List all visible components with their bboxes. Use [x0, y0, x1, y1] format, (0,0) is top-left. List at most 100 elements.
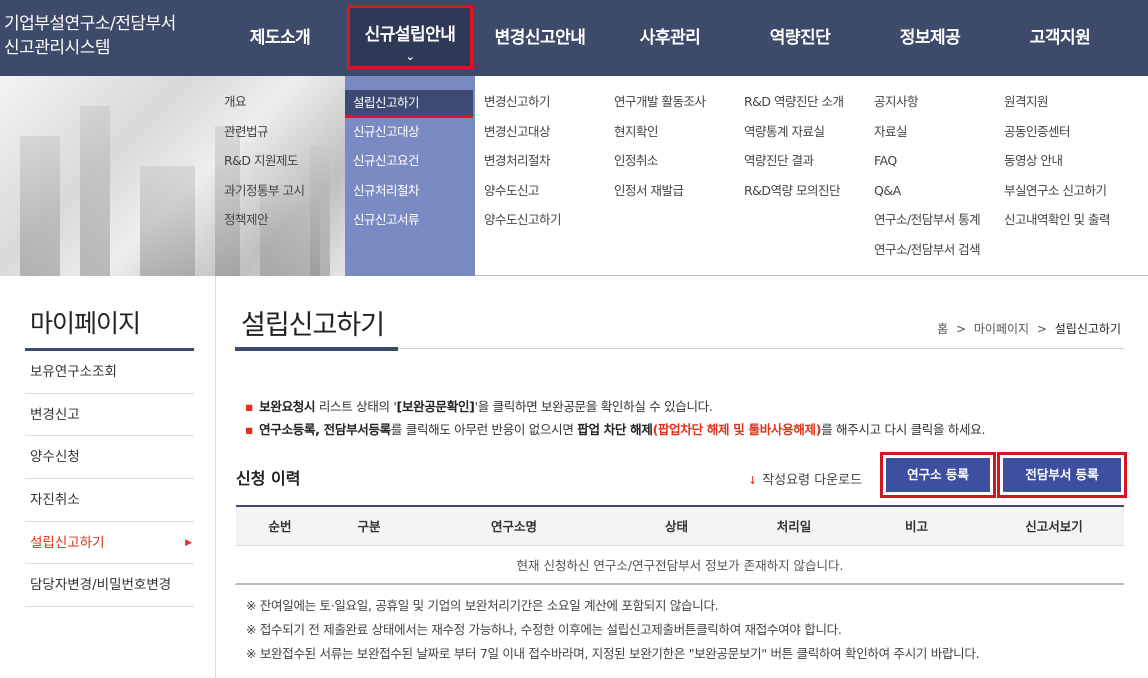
notice-bold: 연구소등록, 전담부서등록: [259, 422, 391, 437]
notice-bold: [보완공문확인]: [396, 399, 475, 414]
breadcrumb-separator: >: [955, 322, 966, 336]
register-dept-button[interactable]: 전담부서 등록: [1003, 458, 1121, 492]
sidebar-item-manager-password[interactable]: 담당자변경/비밀번호변경: [25, 564, 194, 608]
download-icon: ↓: [748, 474, 758, 487]
sidebar-item-change-report[interactable]: 변경신고: [25, 394, 194, 437]
note-item: ※ 잔여일에는 토·일요일, 공휴일 및 기업의 보완처리기간은 소요일 계산에…: [246, 598, 719, 613]
lab-register-highlight: 연구소 등록: [880, 452, 996, 498]
col-status: 상태: [614, 505, 739, 546]
note-item: ※ 보완접수된 서류는 보완접수된 날짜로 부터 7일 이내 접수바라며, 지정…: [246, 646, 980, 661]
menu-item-report-fake-lab[interactable]: 부실연구소 신고하기: [1004, 179, 1110, 209]
notice-text: 를 해주시고 다시 클릭을 하세요.: [821, 422, 986, 437]
table-row: 현재 신청하신 연구소/연구전담부서 정보가 존재하지 않습니다.: [236, 545, 1124, 584]
menu-item-rnd-survey[interactable]: 연구개발 활동조사: [614, 90, 706, 120]
nav-item-follow-up[interactable]: 사후관리: [617, 0, 723, 76]
menu-item-change-target[interactable]: 변경신고대상: [484, 120, 561, 150]
nav-item-capability[interactable]: 역량진단: [747, 0, 853, 76]
menu-item-cert-center[interactable]: 공동인증센터: [1004, 120, 1110, 150]
menu-item-setup-report[interactable]: 설립신고하기: [345, 90, 473, 118]
mega-col-intro: 개요 관련법규 R&D 지원제도 과기정통부 고시 정책제안: [224, 90, 305, 238]
guide-download-label: 작성요령 다운로드: [762, 473, 863, 488]
menu-item-policy-proposal[interactable]: 정책제안: [224, 208, 304, 238]
nav-item-label: 신규설립안내: [364, 25, 456, 45]
menu-item-new-target[interactable]: 신규신고대상: [353, 120, 473, 150]
breadcrumb-home[interactable]: 홈: [937, 322, 948, 336]
menu-item-reissue-cert[interactable]: 인정서 재발급: [614, 179, 705, 209]
application-history-table: 순번 구분 연구소명 상태 처리일 비고 신고서보기 현재 신청하신 연구소/연…: [236, 505, 1124, 584]
col-remarks: 비고: [849, 505, 984, 546]
notes-box: ※ 잔여일에는 토·일요일, 공휴일 및 기업의 보완처리기간은 소요일 계산에…: [235, 584, 1124, 678]
menu-item-video-guide[interactable]: 동영상 안내: [1004, 149, 1110, 179]
menu-item-new-requirements[interactable]: 신규신고요건: [353, 149, 473, 179]
menu-item-laws[interactable]: 관련법규: [224, 120, 304, 150]
col-no: 순번: [236, 505, 324, 546]
nav-item-new-setup[interactable]: 신규설립안내 ⌄: [347, 5, 473, 69]
notice-red: (팝업차단 해제 및 툴바사용해제): [652, 422, 822, 437]
sidebar-item-label: 설립신고하기: [30, 534, 105, 551]
menu-item-archive[interactable]: 자료실: [874, 120, 980, 150]
breadcrumb-mypage[interactable]: 마이페이지: [974, 322, 1029, 336]
menu-item-capability-result[interactable]: 역량진단 결과: [744, 149, 844, 179]
mega-col-support: 원격지원 공동인증센터 동영상 안내 부실연구소 신고하기 신고내역확인 및 출…: [1004, 90, 1110, 238]
logo-line-2: 신고관리시스템: [4, 38, 110, 58]
page-title: 설립신고하기: [241, 310, 385, 341]
menu-item-new-procedure[interactable]: 신규처리절차: [353, 179, 473, 209]
menu-item-site-check[interactable]: 현지확인: [614, 120, 705, 150]
menu-item-notices[interactable]: 공지사항: [874, 90, 980, 120]
menu-item-cancel-cert[interactable]: 인정취소: [614, 149, 705, 179]
menu-item-faq[interactable]: FAQ: [874, 149, 980, 179]
menu-item-transfer-report[interactable]: 양수도신고: [484, 179, 561, 209]
top-navigation-bar: 기업부설연구소/전담부서 신고관리시스템 제도소개 신규설립안내 ⌄ 변경신고안…: [0, 0, 1148, 76]
bullet-icon: ▪: [245, 422, 254, 437]
site-logo[interactable]: 기업부설연구소/전담부서 신고관리시스템: [4, 12, 176, 60]
sidebar-item-my-labs[interactable]: 보유연구소조회: [25, 351, 194, 394]
nav-item-support[interactable]: 고객지원: [1007, 0, 1113, 76]
mega-col-new-setup: 설립신고하기 신규신고대상 신규신고요건 신규처리절차 신규신고서류: [345, 90, 473, 238]
bullet-icon: ▪: [245, 399, 254, 414]
chevron-down-icon: ⌄: [405, 50, 415, 63]
note-item: ※ 접수되기 전 제출완료 상태에서는 재수정 가능하나, 수정한 이후에는 설…: [246, 622, 842, 637]
menu-item-new-documents[interactable]: 신규신고서류: [353, 208, 473, 238]
menu-item-history-print[interactable]: 신고내역확인 및 출력: [1004, 208, 1110, 238]
menu-item-transfer-apply[interactable]: 양수도신고하기: [484, 208, 562, 238]
notice-text: 리스트 상태의 ': [315, 399, 397, 414]
table-header-row: 순번 구분 연구소명 상태 처리일 비고 신고서보기: [236, 505, 1124, 546]
mega-col-change: 변경신고하기 변경신고대상 변경처리절차 양수도신고 양수도신고하기: [484, 90, 562, 238]
mega-col-follow-up: 연구개발 활동조사 현지확인 인정취소 인정서 재발급: [614, 90, 706, 209]
notice-bold: 팝업 차단 해제: [577, 422, 653, 437]
nav-item-change-report[interactable]: 변경신고안내: [480, 0, 600, 76]
sidebar-item-self-cancel[interactable]: 자진취소: [25, 479, 194, 522]
notice-bold: 보완요청시: [259, 399, 316, 414]
menu-item-lab-search[interactable]: 연구소/전담부서 검색: [874, 238, 981, 268]
menu-item-capability-intro[interactable]: R&D 역량진단 소개: [744, 90, 844, 120]
register-lab-button[interactable]: 연구소 등록: [886, 458, 990, 492]
table-empty-message: 현재 신청하신 연구소/연구전담부서 정보가 존재하지 않습니다.: [236, 545, 1124, 584]
nav-item-intro[interactable]: 제도소개: [226, 0, 334, 76]
sidebar-item-transfer[interactable]: 양수신청: [25, 436, 194, 480]
menu-item-change-report[interactable]: 변경신고하기: [484, 90, 561, 120]
mega-col-info: 공지사항 자료실 FAQ Q&A 연구소/전담부서 통계 연구소/전담부서 검색: [874, 90, 981, 268]
menu-item-lab-stats[interactable]: 연구소/전담부서 통계: [874, 208, 981, 238]
breadcrumb-separator: >: [1036, 322, 1047, 336]
guide-download-link[interactable]: ↓ 작성요령 다운로드: [748, 469, 862, 488]
breadcrumb: 홈 > 마이페이지 > 설립신고하기: [935, 320, 1123, 337]
caret-right-icon: ▶: [185, 537, 192, 548]
menu-item-remote-support[interactable]: 원격지원: [1004, 90, 1110, 120]
notice-popup-block: ▪ 연구소등록, 전담부서등록를 클릭해도 아무런 반응이 없으시면 팝업 차단 …: [245, 419, 985, 438]
sidebar-title: 마이페이지: [30, 309, 141, 338]
menu-item-rnd-support[interactable]: R&D 지원제도: [224, 149, 304, 179]
menu-item-notice-msit[interactable]: 과기정통부 고시: [224, 179, 305, 209]
nav-item-info[interactable]: 정보제공: [877, 0, 983, 76]
notice-text: '을 클릭하면 보완공문을 확인하실 수 있습니다.: [474, 399, 713, 414]
breadcrumb-current: 설립신고하기: [1054, 322, 1121, 336]
section-title: 신청 이력: [236, 469, 301, 488]
menu-item-change-procedure[interactable]: 변경처리절차: [484, 149, 561, 179]
col-type: 구분: [324, 505, 414, 546]
menu-item-capability-mock[interactable]: R&D역량 모의진단: [744, 179, 844, 209]
notice-supplement: ▪ 보완요청시 리스트 상태의 '[보완공문확인]'을 클릭하면 보완공문을 확인…: [245, 396, 713, 415]
menu-item-capability-stats[interactable]: 역량통계 자료실: [744, 120, 844, 150]
menu-item-qna[interactable]: Q&A: [874, 179, 980, 209]
col-lab-name: 연구소명: [414, 505, 614, 546]
menu-item-overview[interactable]: 개요: [224, 90, 304, 120]
sidebar-item-setup-report[interactable]: 설립신고하기 ▶: [25, 522, 194, 565]
